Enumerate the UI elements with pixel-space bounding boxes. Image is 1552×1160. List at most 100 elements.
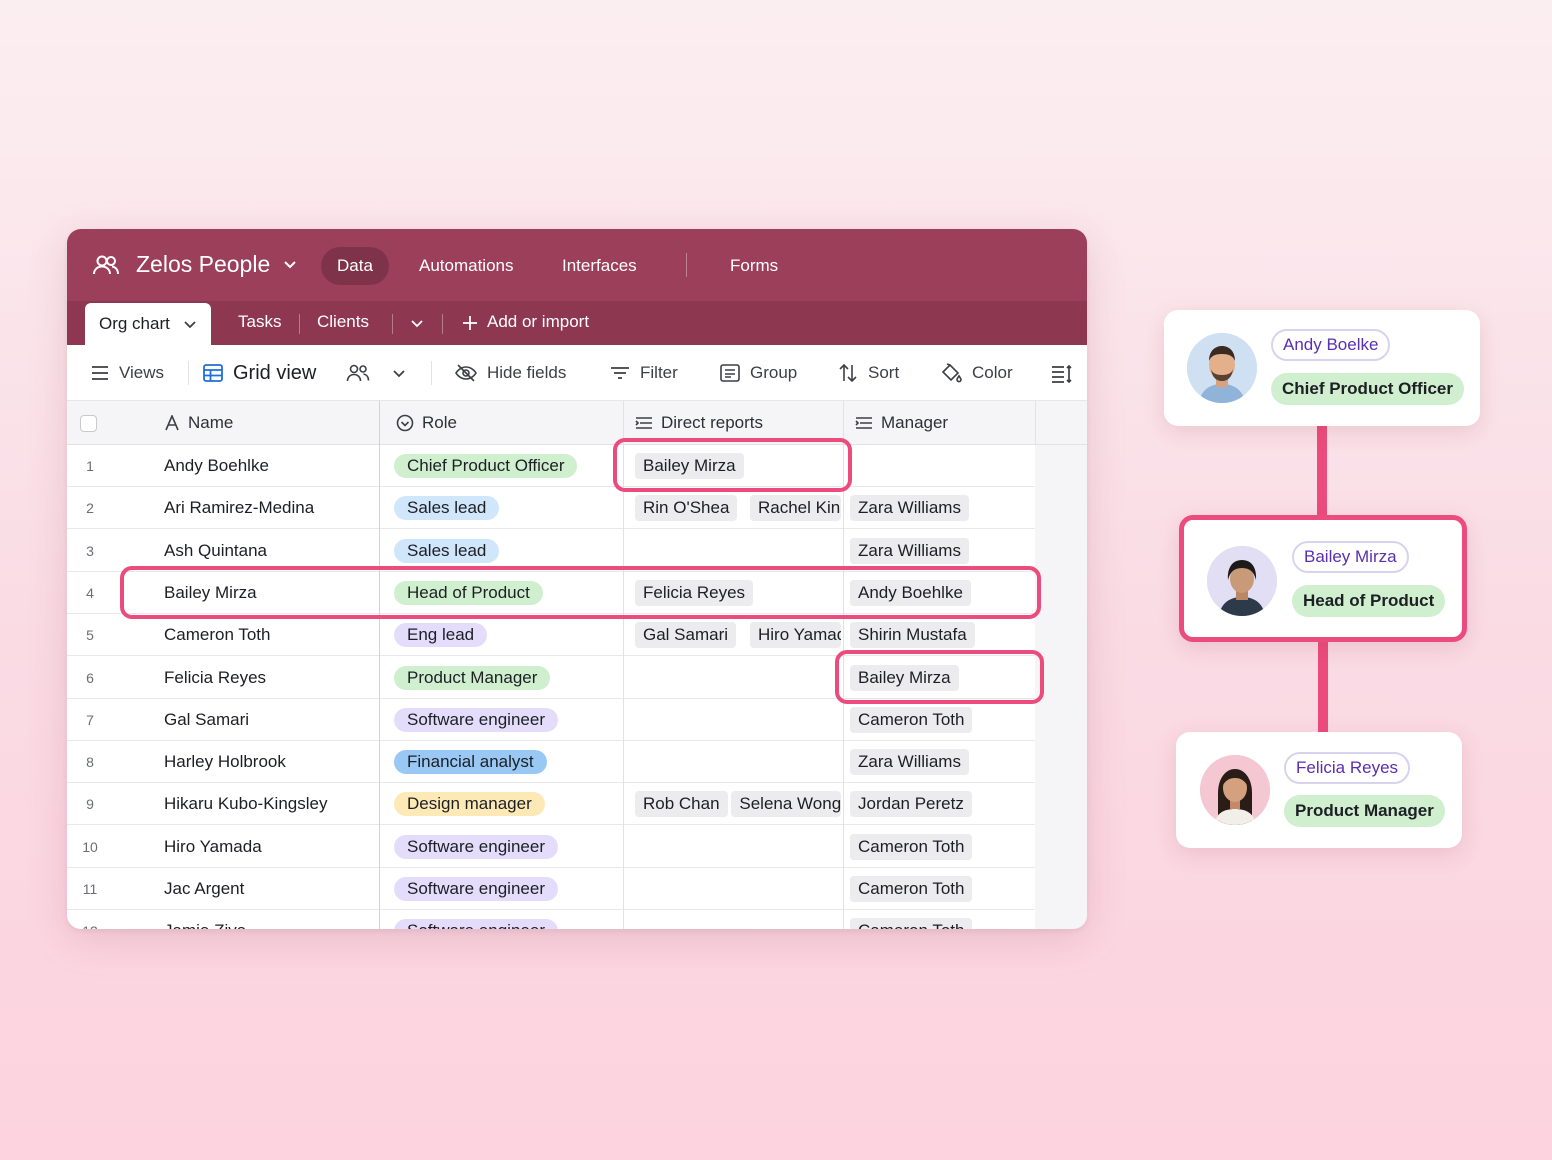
views-button[interactable]: Views — [91, 359, 164, 387]
org-card[interactable]: Andy Boelke Chief Product Officer — [1164, 310, 1480, 426]
name-cell[interactable]: Harley Holbrook — [164, 741, 286, 783]
sort-icon — [839, 364, 857, 382]
manager-chip[interactable]: Jordan Peretz — [850, 791, 972, 818]
column-header-direct-reports[interactable]: Direct reports — [635, 401, 763, 445]
name-cell[interactable]: Ash Quintana — [164, 530, 267, 572]
role-pill[interactable]: Product Manager — [394, 665, 551, 690]
row-number: 4 — [86, 584, 94, 601]
tab-clients[interactable]: Clients — [317, 301, 369, 345]
role-pill[interactable]: Chief Product Officer — [394, 454, 578, 478]
org-role-tag: Product Manager — [1284, 795, 1445, 827]
role-pill[interactable]: Design manager — [394, 792, 545, 817]
role-pill[interactable]: Software engineer — [394, 919, 558, 929]
manager-chip[interactable]: Zara Williams — [850, 495, 969, 522]
manager-chip[interactable]: Cameron Toth — [850, 706, 973, 733]
table-row[interactable]: 5 Cameron Toth Eng lead Gal Samari Hiro Yama… — [67, 614, 1035, 657]
name-cell[interactable]: Jamie Ziva — [164, 910, 246, 929]
column-label: Direct reports — [661, 413, 764, 432]
column-header-role[interactable]: Role — [396, 401, 457, 445]
role-pill[interactable]: Sales lead — [394, 538, 500, 563]
row-number: 6 — [86, 669, 94, 686]
group-button[interactable]: Group — [720, 359, 797, 387]
direct-report-chip[interactable]: Selena Wong- — [731, 791, 841, 818]
eye-off-icon — [455, 364, 477, 382]
sort-label: Sort — [868, 363, 900, 382]
name-cell[interactable]: Hikaru Kubo-Kingsley — [164, 783, 327, 825]
column-label: Name — [188, 413, 234, 432]
role-pill[interactable]: Software engineer — [394, 877, 558, 901]
filter-button[interactable]: Filter — [610, 359, 678, 387]
name-cell[interactable]: Jac Argent — [164, 868, 244, 910]
tab-tasks[interactable]: Tasks — [238, 301, 281, 345]
name-cell[interactable]: Bailey Mirza — [164, 572, 257, 614]
grid-filler — [1035, 445, 1087, 929]
table-row[interactable]: 9 Hikaru Kubo-Kingsley Design manager Rob C… — [67, 783, 1035, 826]
direct-report-chip[interactable]: Rob Chan — [635, 791, 728, 818]
direct-report-chip[interactable]: Hiro Yamada — [750, 622, 841, 649]
tab-divider — [442, 314, 443, 334]
manager-chip[interactable]: Andy Boehlke — [850, 579, 971, 606]
base-name[interactable]: Zelos People — [136, 251, 270, 278]
hide-fields-button[interactable]: Hide fields — [455, 359, 566, 387]
manager-chip[interactable]: Zara Williams — [850, 537, 969, 564]
manager-chip[interactable]: Cameron Toth — [850, 833, 973, 860]
chevron-down-icon[interactable] — [283, 259, 297, 271]
role-pill[interactable]: Financial analyst — [394, 750, 547, 775]
table-row[interactable]: 6 Felicia Reyes Product Manager Bailey Mirz… — [67, 657, 1035, 699]
name-cell[interactable]: Hiro Yamada — [164, 826, 262, 868]
plus-icon — [463, 315, 477, 330]
org-card[interactable]: Felicia Reyes Product Manager — [1176, 732, 1462, 848]
select-all-checkbox[interactable] — [80, 415, 97, 432]
add-or-import-button[interactable]: Add or import — [461, 301, 589, 345]
row-height-icon[interactable] — [1051, 365, 1073, 383]
nav-automations[interactable]: Automations — [403, 247, 530, 285]
name-cell[interactable]: Gal Samari — [164, 699, 249, 741]
manager-chip[interactable]: Zara Williams — [850, 749, 969, 776]
tab-org-chart[interactable]: Org chart — [85, 303, 211, 345]
table-row[interactable]: 1 Andy Boehlke Chief Product Officer Bailey… — [67, 445, 1035, 487]
color-button[interactable]: Color — [940, 359, 1013, 387]
grid-view-button[interactable]: Grid view — [203, 359, 316, 387]
group-label: Group — [750, 363, 798, 382]
direct-report-chip[interactable]: Rin O'Shea — [635, 495, 738, 522]
role-pill[interactable]: Sales lead — [394, 496, 500, 521]
table-row[interactable]: 10 Hiro Yamada Software engineer Cameron To… — [67, 826, 1035, 868]
direct-report-chip[interactable]: Bailey Mirza — [635, 453, 744, 479]
manager-chip[interactable]: Cameron Toth — [850, 918, 973, 929]
nav-interfaces[interactable]: Interfaces — [546, 247, 653, 285]
role-pill[interactable]: Software engineer — [394, 707, 558, 732]
nav-data[interactable]: Data — [321, 247, 389, 285]
table-row[interactable]: 8 Harley Holbrook Financial analyst Zara Wi… — [67, 741, 1035, 784]
direct-report-chip[interactable]: Gal Samari — [635, 622, 737, 649]
table-row[interactable]: 11 Jac Argent Software engineer Cameron Tot… — [67, 868, 1035, 910]
role-pill[interactable]: Eng lead — [394, 623, 488, 648]
name-cell[interactable]: Cameron Toth — [164, 614, 270, 656]
direct-report-chip[interactable]: Felicia Reyes — [635, 579, 754, 606]
manager-chip[interactable]: Bailey Mirza — [850, 664, 959, 691]
nav-forms[interactable]: Forms — [714, 247, 794, 285]
direct-report-chip[interactable]: Rachel Kingsley — [750, 495, 841, 522]
app-window: Zelos People Data Automations Interfaces… — [67, 229, 1087, 929]
table-row[interactable]: 3 Ash Quintana Sales lead Zara Williams — [67, 530, 1035, 572]
column-header-name[interactable]: Name — [164, 401, 233, 445]
sort-button[interactable]: Sort — [838, 359, 899, 387]
name-cell[interactable]: Felicia Reyes — [164, 657, 266, 699]
table-row[interactable]: 7 Gal Samari Software engineer Cameron Toth — [67, 699, 1035, 741]
name-cell[interactable]: Andy Boehlke — [164, 445, 269, 487]
manager-chip[interactable]: Shirin Mustafa — [850, 622, 975, 649]
table-row[interactable]: 2 Ari Ramirez-Medina Sales lead Rin O'Shea R… — [67, 487, 1035, 530]
org-card-highlighted[interactable]: Bailey Mirza Head of Product — [1179, 515, 1467, 642]
name-cell[interactable]: Ari Ramirez-Medina — [164, 487, 314, 529]
role-pill[interactable]: Software engineer — [394, 834, 558, 859]
chevron-down-icon[interactable] — [410, 318, 424, 330]
table-row[interactable]: 12 Jamie Ziva Software engineer Cameron Tot… — [67, 910, 1035, 929]
view-toolbar: Views Grid view Hide fields Filter Group… — [67, 345, 1087, 401]
menu-icon — [92, 366, 108, 380]
table-row[interactable]: 4 Bailey Mirza Head of Product Felicia Reye… — [67, 572, 1035, 614]
chevron-down-icon[interactable] — [183, 319, 197, 331]
chevron-down-icon[interactable] — [392, 368, 406, 380]
manager-chip[interactable]: Cameron Toth — [850, 876, 973, 902]
column-header-manager[interactable]: Manager — [855, 401, 948, 445]
collaborators-icon[interactable] — [346, 364, 370, 382]
role-pill[interactable]: Head of Product — [394, 580, 543, 605]
